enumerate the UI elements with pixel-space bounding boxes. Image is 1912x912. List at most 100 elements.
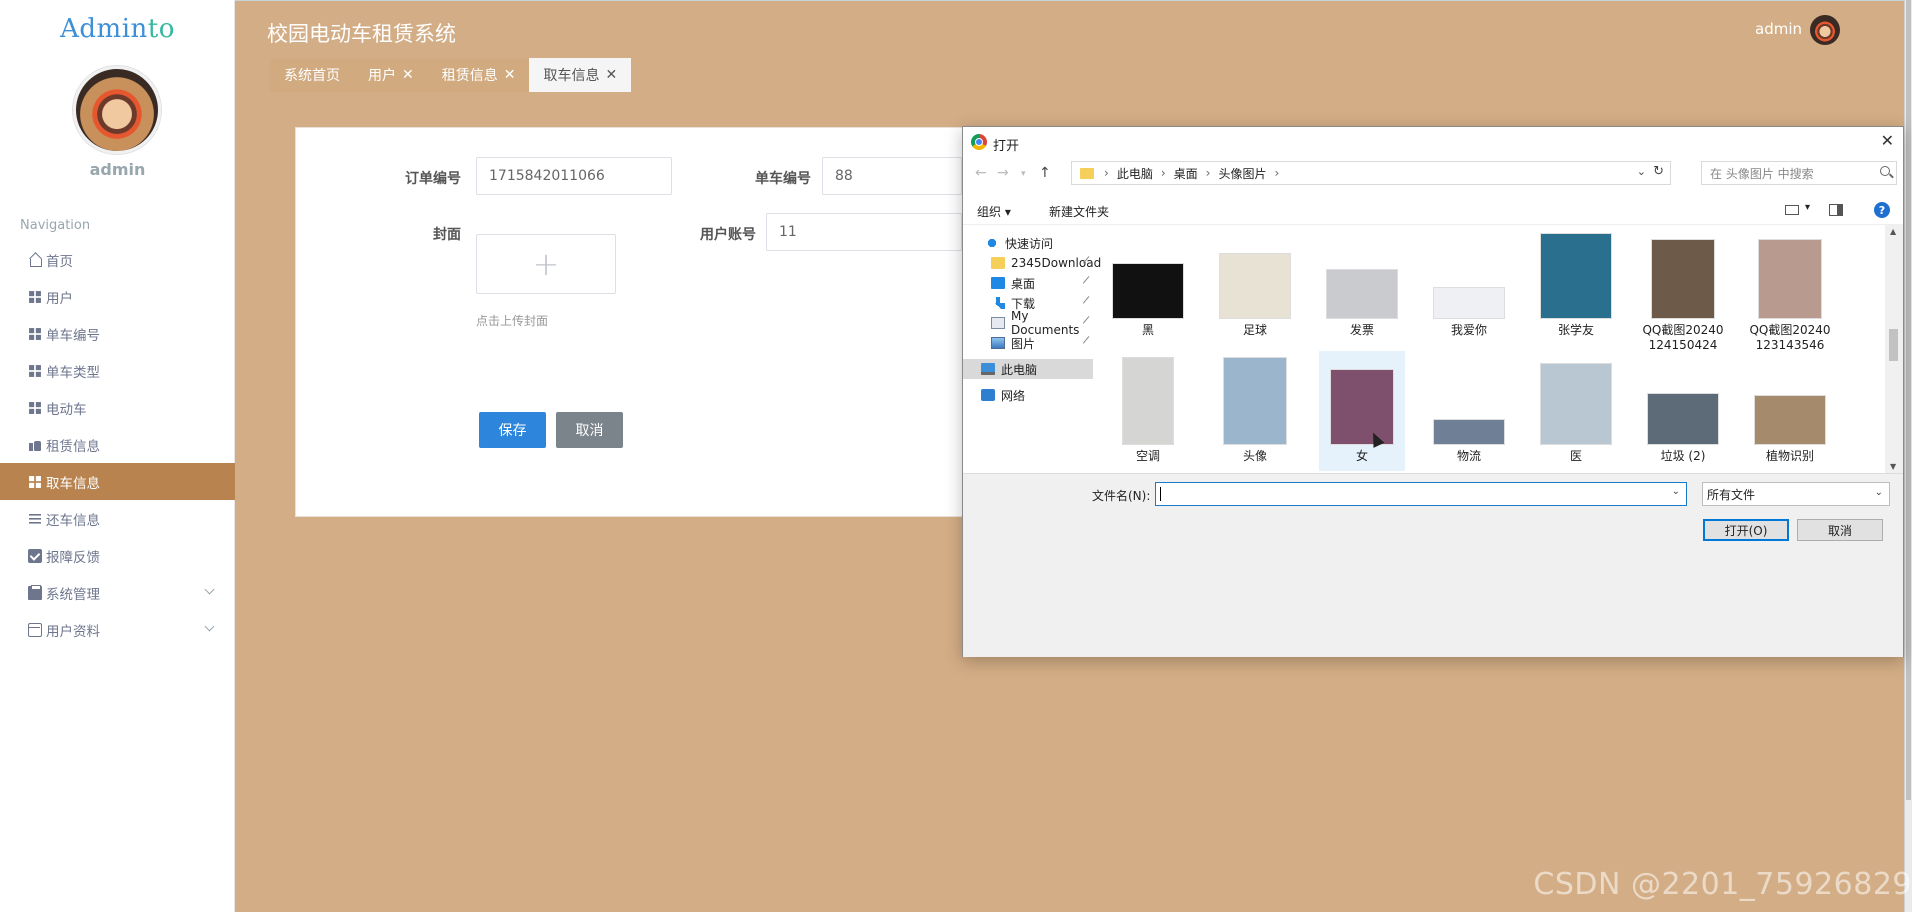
scrollbar-thumb[interactable] [1889, 329, 1898, 361]
nav-tree-item[interactable]: My Documents [963, 309, 1094, 337]
up-arrow-icon[interactable]: ↑ [1039, 165, 1051, 181]
file-name: QQ截图20240124150424 [1642, 323, 1724, 352]
search-input[interactable]: 在 头像图片 中搜索 [1701, 161, 1897, 185]
nav-tree-item[interactable]: 图片 [963, 333, 1094, 353]
grid-icon [29, 475, 41, 488]
header-username[interactable]: admin [1755, 20, 1802, 38]
file-item[interactable]: 发票 [1319, 225, 1405, 345]
sidebar-item-user-profile[interactable]: 用户资料 [0, 611, 235, 648]
sidebar-item-bike-number[interactable]: 单车编号 [0, 315, 235, 352]
save-button[interactable]: 保存 [479, 412, 546, 448]
bike-number-label: 单车编号 [755, 171, 811, 187]
breadcrumb-this-pc[interactable]: 此电脑 [1117, 165, 1153, 182]
file-item[interactable]: 物流 [1426, 351, 1512, 471]
tab-label: 用户 [368, 68, 396, 84]
sidebar-item-rental[interactable]: 租赁信息 [0, 426, 235, 463]
sidebar: Adminto admin Navigation 首页 用户 单车编号 单车类型… [0, 0, 235, 912]
filetype-value: 所有文件 [1707, 487, 1756, 502]
view-options-icon[interactable] [1785, 205, 1799, 215]
tab-pickup[interactable]: 取车信息 ✕ [529, 58, 632, 92]
history-dropdown-icon[interactable]: ▾ [1021, 169, 1026, 179]
user-account-label: 用户账号 [700, 227, 756, 243]
filename-label: 文件名(N): [1092, 489, 1151, 503]
page-scrollbar[interactable] [1904, 0, 1912, 912]
sidebar-item-system[interactable]: 系统管理 [0, 574, 235, 611]
filetype-select[interactable]: 所有文件 ⌄ [1702, 482, 1890, 506]
chevron-down-icon[interactable]: ⌄ [1637, 165, 1646, 178]
new-folder-button[interactable]: 新建文件夹 [1049, 203, 1109, 220]
filename-input[interactable]: ⌄ [1155, 482, 1687, 506]
chevron-down-icon[interactable]: ⌄ [1672, 486, 1680, 497]
file-name: 物流 [1456, 449, 1481, 463]
address-bar[interactable]: › 此电脑 › 桌面 › 头像图片 › ⌄ ↻ [1071, 161, 1671, 185]
preview-pane-icon[interactable] [1829, 204, 1843, 216]
refresh-icon[interactable]: ↻ [1653, 164, 1664, 179]
file-thumbnail [1540, 363, 1612, 445]
close-icon[interactable]: ✕ [1881, 131, 1894, 150]
chevron-down-icon[interactable]: ▾ [1805, 202, 1810, 213]
forward-arrow-icon[interactable]: → [997, 165, 1009, 181]
file-thumbnail [1433, 419, 1505, 445]
scroll-up-arrow-icon[interactable]: ▲ [1890, 227, 1896, 236]
sidebar-item-home[interactable]: 首页 [0, 241, 235, 278]
file-item[interactable]: 足球 [1212, 225, 1298, 345]
nav-tree-item[interactable]: 快速访问 [963, 233, 1093, 253]
back-arrow-icon[interactable]: ← [975, 165, 987, 181]
brand-text-2: to [147, 14, 175, 44]
open-button[interactable]: 打开(O) [1703, 519, 1789, 541]
file-item[interactable]: 医 [1533, 351, 1619, 471]
tab-home[interactable]: 系统首页 [270, 58, 354, 92]
plus-icon: + [532, 245, 560, 283]
scroll-down-arrow-icon[interactable]: ▼ [1890, 462, 1896, 471]
cancel-button[interactable]: 取消 [556, 412, 623, 448]
list-icon [28, 511, 42, 526]
sidebar-item-bike-type[interactable]: 单车类型 [0, 352, 235, 389]
file-item[interactable]: QQ截图20240124150424 [1640, 225, 1726, 352]
sidebar-item-label: 单车编号 [46, 327, 100, 344]
file-item[interactable]: 女 [1319, 351, 1405, 471]
nav-tree-item[interactable]: 桌面 [963, 273, 1094, 293]
cover-upload-button[interactable]: + [476, 234, 616, 294]
navigation-pane: 快速访问 2345Download 桌面 下载 My Documents 图片 此电脑 网络 [963, 225, 1101, 473]
nav-tree-label: 此电脑 [1001, 362, 1038, 377]
nav-tree-item[interactable]: 2345Download [963, 253, 1101, 273]
nav-tree-item[interactable]: 网络 [963, 385, 1093, 405]
sidebar-item-return[interactable]: 还车信息 [0, 500, 235, 537]
brand-logo[interactable]: Adminto [0, 14, 235, 44]
sidebar-item-users[interactable]: 用户 [0, 278, 235, 315]
file-item[interactable]: 垃圾 (2) [1640, 351, 1726, 471]
close-icon[interactable]: ✕ [605, 67, 617, 83]
sidebar-item-fault-report[interactable]: 报障反馈 [0, 537, 235, 574]
close-icon[interactable]: ✕ [402, 67, 414, 83]
file-item[interactable]: 头像 [1212, 351, 1298, 471]
bike-number-input[interactable]: 88 [822, 157, 962, 195]
sidebar-item-label: 租赁信息 [46, 438, 100, 455]
dialog-cancel-button[interactable]: 取消 [1797, 519, 1883, 541]
pictures-icon [991, 337, 1005, 349]
sidebar-item-ebike[interactable]: 电动车 [0, 389, 235, 426]
tab-users[interactable]: 用户 ✕ [354, 58, 428, 92]
tab-bar: 系统首页 用户 ✕ 租赁信息 ✕ 取车信息 ✕ [270, 58, 632, 92]
file-list-scrollbar[interactable]: ▲ ▼ [1885, 225, 1903, 473]
file-item[interactable]: 黑 [1105, 225, 1191, 345]
file-item[interactable]: 植物识别 [1747, 351, 1833, 471]
user-account-input[interactable]: 11 [766, 213, 962, 251]
close-icon[interactable]: ✕ [504, 67, 516, 83]
file-item[interactable]: 张学友 [1533, 225, 1619, 345]
breadcrumb-avatar-folder[interactable]: 头像图片 [1218, 165, 1266, 182]
help-icon[interactable]: ? [1874, 202, 1890, 218]
breadcrumb-desktop[interactable]: 桌面 [1174, 165, 1198, 182]
sidebar-item-pickup[interactable]: 取车信息 [0, 463, 235, 500]
file-item[interactable]: 我爱你 [1426, 225, 1512, 345]
header-avatar[interactable] [1810, 15, 1840, 45]
brand-text-1: Admin [60, 14, 148, 44]
nav-tree-item[interactable]: 此电脑 [963, 359, 1093, 379]
organize-menu-button[interactable]: 组织 ▾ [977, 203, 1011, 220]
file-item[interactable]: 空调 [1105, 351, 1191, 471]
tab-rental[interactable]: 租赁信息 ✕ [427, 58, 530, 92]
nav-tree-label: 桌面 [1011, 276, 1036, 291]
sidebar-item-label: 用户 [46, 290, 73, 307]
document-icon [991, 317, 1005, 329]
file-item[interactable]: QQ截图20240123143546 [1747, 225, 1833, 352]
order-number-input[interactable]: 1715842011066 [476, 157, 672, 195]
